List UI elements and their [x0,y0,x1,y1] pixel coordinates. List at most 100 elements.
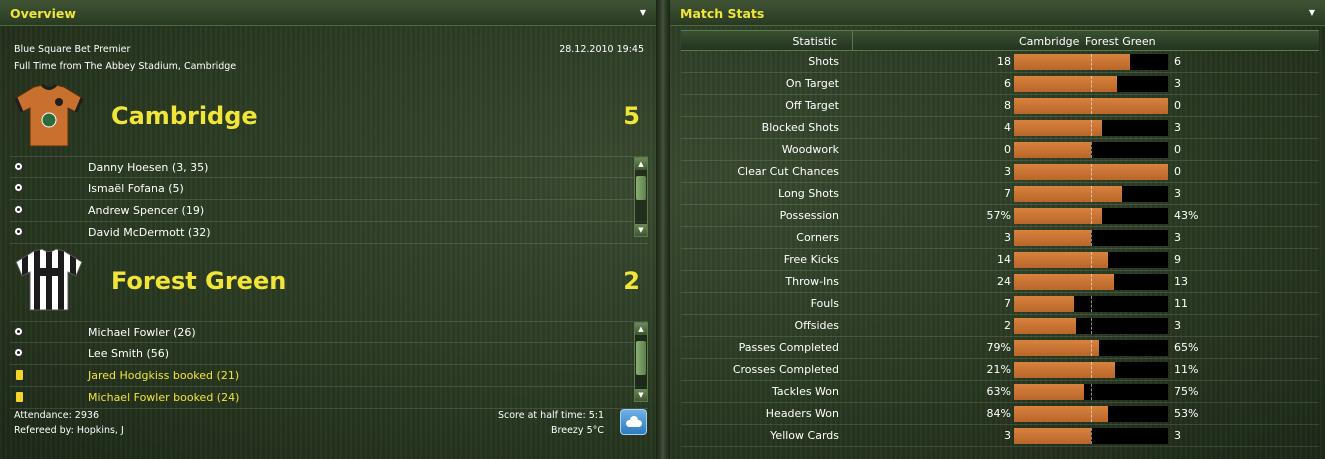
stat-bar-midline [1091,252,1092,268]
stat-comparison-bar [1014,318,1168,334]
stat-label: Corners [796,231,839,244]
stat-bar-home-fill [1014,384,1084,400]
event-text: Michael Fowler (26) [88,326,196,339]
stat-bar-home-fill [1014,252,1108,268]
stat-row: Blocked Shots 4 3 [681,117,1319,139]
stat-row: Fouls 7 11 [681,293,1319,315]
event-row: Michael Fowler booked (24) [10,387,648,409]
stat-bar-home-fill [1014,208,1102,224]
scroll-down-arrow-icon[interactable]: ▼ [635,224,647,236]
stat-bar-home-fill [1014,296,1074,312]
stat-away-value: 3 [1174,319,1181,332]
stat-row: Passes Completed 79% 65% [681,337,1319,359]
scroll-down-arrow-icon[interactable]: ▼ [635,389,647,401]
panel-divider[interactable] [656,0,670,459]
scroll-thumb[interactable] [636,341,646,375]
home-events-list: Danny Hoesen (3, 35) Ismaël Fofana (5) A… [10,156,648,244]
stat-home-value: 63% [986,385,1011,398]
stat-row: Free Kicks 14 9 [681,249,1319,271]
event-row: Lee Smith (56) [10,343,648,365]
stat-bar-home-fill [1014,340,1099,356]
stat-bar-home-fill [1014,428,1091,444]
stat-label: Woodwork [781,143,839,156]
overview-panel: Overview ▼ Blue Square Bet Premier 28.12… [0,0,656,459]
stat-row: Clear Cut Chances 3 0 [681,161,1319,183]
stat-home-value: 3 [1004,429,1011,442]
stat-bar-midline [1091,296,1092,312]
stat-row: Shots 18 6 [681,51,1319,73]
stat-row: Crosses Completed 21% 11% [681,359,1319,381]
stat-bar-home-fill [1014,142,1091,158]
stat-bar-home-fill [1014,120,1102,136]
stat-comparison-bar [1014,406,1168,422]
stat-away-value: 75% [1174,385,1199,398]
column-header-statistic[interactable]: Statistic [681,35,841,48]
stat-away-value: 3 [1174,187,1181,200]
stat-label: Throw-Ins [785,275,839,288]
stat-row: On Target 6 3 [681,73,1319,95]
ball-icon [14,183,24,193]
match-stats-menu-arrow-icon[interactable]: ▼ [1307,8,1317,18]
scroll-up-arrow-icon[interactable]: ▲ [635,323,647,335]
stat-bar-midline [1091,406,1092,422]
event-row: Jared Hodgkiss booked (21) [10,365,648,387]
stat-bar-home-fill [1014,362,1115,378]
stat-bar-midline [1091,230,1092,246]
stat-home-value: 3 [1004,165,1011,178]
away-team-score: 2 [623,267,640,295]
stat-away-value: 3 [1174,121,1181,134]
overview-header: Overview ▼ [0,0,656,26]
stat-comparison-bar [1014,296,1168,312]
match-stats-title: Match Stats [680,6,765,21]
stat-row: Yellow Cards 3 3 [681,425,1319,447]
stat-comparison-bar [1014,120,1168,136]
weather-text: Breezy 5°C [551,425,604,436]
stat-home-value: 4 [1004,121,1011,134]
stat-home-value: 2 [1004,319,1011,332]
stat-away-value: 6 [1174,55,1181,68]
stat-bar-home-fill [1014,186,1122,202]
scroll-thumb[interactable] [636,176,646,200]
stat-bar-home-fill [1014,54,1130,70]
overview-menu-arrow-icon[interactable]: ▼ [638,8,648,18]
home-events-scrollbar[interactable]: ▲ ▼ [634,157,648,237]
half-time-score: Score at half time: 5:1 [497,410,604,421]
event-row: David McDermott (32) [10,222,648,244]
stat-label: Passes Completed [738,341,839,354]
stat-row: Offsides 2 3 [681,315,1319,337]
stat-label: Tackles Won [771,385,839,398]
stat-home-value: 79% [986,341,1011,354]
column-header-home[interactable]: Cambridge [1019,35,1079,48]
match-stats-header: Match Stats ▼ [670,0,1325,26]
event-text: Jared Hodgkiss booked (21) [88,369,240,382]
event-text: Michael Fowler booked (24) [88,391,240,404]
stat-comparison-bar [1014,208,1168,224]
away-events-scrollbar[interactable]: ▲ ▼ [634,322,648,402]
column-header-away[interactable]: Forest Green [1085,35,1156,48]
ball-icon [14,205,24,215]
stat-comparison-bar [1014,252,1168,268]
overview-title: Overview [10,6,76,21]
stat-label: Crosses Completed [732,363,839,376]
stat-label: Shots [808,55,839,68]
event-text: Andrew Spencer (19) [88,204,205,217]
stat-away-value: 9 [1174,253,1181,266]
stat-label: Offsides [794,319,839,332]
stat-bar-midline [1091,384,1092,400]
stat-bar-midline [1091,164,1092,180]
away-kit-icon [15,248,83,311]
stat-label: Off Target [785,99,839,112]
stat-row: Off Target 8 0 [681,95,1319,117]
stat-row: Throw-Ins 24 13 [681,271,1319,293]
stat-row: Woodwork 0 0 [681,139,1319,161]
stat-away-value: 43% [1174,209,1199,222]
scroll-up-arrow-icon[interactable]: ▲ [635,158,647,170]
stat-row: Corners 3 3 [681,227,1319,249]
home-kit-icon [14,84,84,147]
yellow-card-icon [14,370,24,380]
stat-away-value: 3 [1174,429,1181,442]
stat-label: Yellow Cards [770,429,839,442]
stat-home-value: 18 [997,55,1011,68]
stat-comparison-bar [1014,384,1168,400]
stat-label: Blocked Shots [761,121,839,134]
